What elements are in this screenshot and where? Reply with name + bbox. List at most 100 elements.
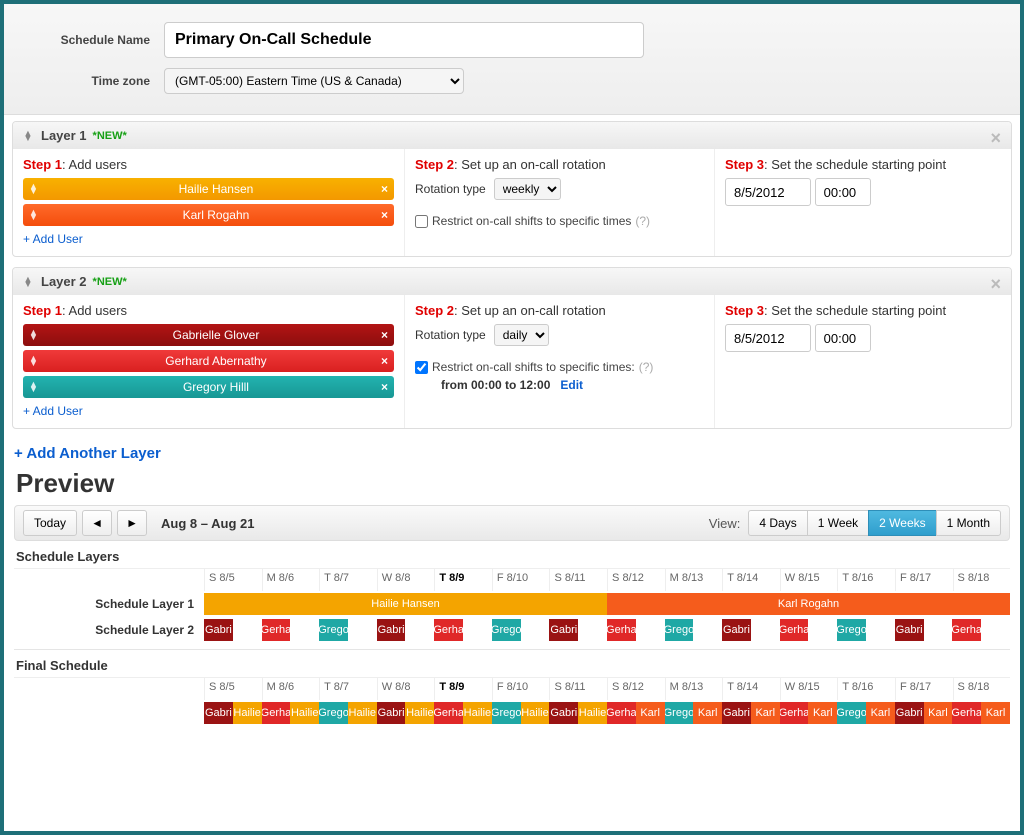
schedule-bar[interactable]: Gerha <box>952 702 981 724</box>
remove-user-icon[interactable]: × <box>381 380 388 394</box>
drag-handle-icon[interactable]: ▲▼ <box>29 210 38 220</box>
schedule-bar[interactable]: Karl <box>751 702 780 724</box>
drag-handle-icon[interactable]: ▲▼ <box>29 382 38 392</box>
schedule-bar[interactable]: Gabri <box>377 702 406 724</box>
view-button-2-weeks[interactable]: 2 Weeks <box>868 510 935 536</box>
start-time-input[interactable] <box>815 324 871 352</box>
rotation-type-select[interactable]: weekly <box>494 178 561 200</box>
schedule-gap <box>636 619 665 641</box>
schedule-bar[interactable]: Karl <box>866 702 895 724</box>
drag-handle-icon[interactable]: ▲▼ <box>23 131 33 141</box>
schedule-bar[interactable]: Gerha <box>262 702 291 724</box>
day-header: M 8/13 <box>665 569 723 591</box>
schedule-bar[interactable]: Hailie <box>290 702 319 724</box>
schedule-bar[interactable]: Karl <box>693 702 722 724</box>
schedule-bar[interactable]: Gabri <box>377 619 406 641</box>
remove-user-icon[interactable]: × <box>381 328 388 342</box>
today-button[interactable]: Today <box>23 510 77 536</box>
user-pill[interactable]: ▲▼Gabrielle Glover× <box>23 324 394 346</box>
schedule-bar[interactable]: Gerha <box>607 702 636 724</box>
schedule-bar[interactable]: Gerha <box>952 619 981 641</box>
schedule-bar[interactable]: Gabri <box>204 702 233 724</box>
timezone-select[interactable]: (GMT-05:00) Eastern Time (US & Canada) <box>164 68 464 94</box>
schedule-bar[interactable]: Grego <box>837 619 866 641</box>
prev-arrow-button[interactable]: ◄ <box>82 510 112 536</box>
schedule-bar[interactable]: Gabri <box>722 702 751 724</box>
schedule-bar[interactable]: Hailie <box>348 702 377 724</box>
step3-title: Step 3: Set the schedule starting point <box>725 157 1001 172</box>
help-icon[interactable]: (?) <box>635 214 650 228</box>
step2-title: Step 2: Set up an on-call rotation <box>415 157 704 172</box>
day-header: S 8/5 <box>204 569 262 591</box>
view-button-1-month[interactable]: 1 Month <box>936 510 1001 536</box>
day-header: M 8/13 <box>665 678 723 700</box>
restrict-label: Restrict on-call shifts to specific time… <box>432 360 635 374</box>
add-user-link[interactable]: + Add User <box>23 232 394 246</box>
view-button-4-days[interactable]: 4 Days <box>748 510 806 536</box>
schedule-bar[interactable]: Grego <box>665 702 694 724</box>
schedule-bar[interactable]: Hailie <box>578 702 607 724</box>
schedule-bar[interactable]: Gabri <box>549 619 578 641</box>
add-another-layer-link[interactable]: + Add Another Layer <box>4 439 169 464</box>
schedule-bar[interactable]: Gabri <box>895 619 924 641</box>
restrict-checkbox[interactable] <box>415 361 428 374</box>
layer-panel: ▲▼Layer 1*NEW*×Step 1: Add users▲▼Hailie… <box>12 121 1012 257</box>
start-date-input[interactable] <box>725 324 811 352</box>
view-button-1-week[interactable]: 1 Week <box>807 510 868 536</box>
drag-handle-icon[interactable]: ▲▼ <box>29 330 38 340</box>
schedule-layers-timeline: S 8/5M 8/6T 8/7W 8/8T 8/9F 8/10S 8/11S 8… <box>14 568 1010 643</box>
schedule-bar[interactable]: Karl <box>636 702 665 724</box>
schedule-name-input[interactable] <box>164 22 644 58</box>
schedule-bar[interactable]: Grego <box>492 619 521 641</box>
close-icon[interactable]: × <box>990 128 1001 149</box>
start-time-input[interactable] <box>815 178 871 206</box>
day-header: S 8/11 <box>549 569 607 591</box>
schedule-bar[interactable]: Hailie <box>405 702 434 724</box>
layers-container: ▲▼Layer 1*NEW*×Step 1: Add users▲▼Hailie… <box>4 115 1020 429</box>
schedule-bar[interactable]: Karl Rogahn <box>607 593 1010 615</box>
schedule-bar[interactable]: Gabri <box>722 619 751 641</box>
schedule-bar[interactable]: Gabri <box>204 619 233 641</box>
user-pill[interactable]: ▲▼Karl Rogahn× <box>23 204 394 226</box>
schedule-bar[interactable]: Karl <box>808 702 837 724</box>
schedule-bar[interactable]: Grego <box>665 619 694 641</box>
day-header: F 8/10 <box>492 569 550 591</box>
schedule-bar[interactable]: Gabri <box>895 702 924 724</box>
schedule-bar[interactable]: Grego <box>837 702 866 724</box>
help-icon[interactable]: (?) <box>639 360 654 374</box>
remove-user-icon[interactable]: × <box>381 354 388 368</box>
schedule-bar[interactable]: Gerha <box>434 702 463 724</box>
schedule-bar[interactable]: Gerha <box>262 619 291 641</box>
schedule-bar[interactable]: Hailie <box>463 702 492 724</box>
drag-handle-icon[interactable]: ▲▼ <box>23 277 33 287</box>
user-pill[interactable]: ▲▼Gerhard Abernathy× <box>23 350 394 372</box>
restrict-checkbox[interactable] <box>415 215 428 228</box>
close-icon[interactable]: × <box>990 274 1001 295</box>
schedule-bar[interactable]: Hailie Hansen <box>204 593 607 615</box>
schedule-bar[interactable]: Grego <box>319 702 348 724</box>
user-pill[interactable]: ▲▼Hailie Hansen× <box>23 178 394 200</box>
schedule-gap <box>521 619 550 641</box>
schedule-bar[interactable]: Gerha <box>780 702 809 724</box>
user-pill[interactable]: ▲▼Gregory Hilll× <box>23 376 394 398</box>
drag-handle-icon[interactable]: ▲▼ <box>29 184 38 194</box>
schedule-bar[interactable]: Gerha <box>434 619 463 641</box>
edit-restriction-link[interactable]: Edit <box>560 378 583 392</box>
schedule-bar[interactable]: Gerha <box>607 619 636 641</box>
schedule-bar[interactable]: Karl <box>924 702 953 724</box>
add-user-link[interactable]: + Add User <box>23 404 394 418</box>
schedule-bar[interactable]: Grego <box>492 702 521 724</box>
schedule-bar[interactable]: Grego <box>319 619 348 641</box>
rotation-type-select[interactable]: daily <box>494 324 549 346</box>
drag-handle-icon[interactable]: ▲▼ <box>29 356 38 366</box>
schedule-bar[interactable]: Karl <box>981 702 1010 724</box>
start-date-input[interactable] <box>725 178 811 206</box>
remove-user-icon[interactable]: × <box>381 182 388 196</box>
schedule-bar[interactable]: Gabri <box>549 702 578 724</box>
schedule-bar[interactable]: Gerha <box>780 619 809 641</box>
day-header: F 8/10 <box>492 678 550 700</box>
schedule-bar[interactable]: Hailie <box>521 702 550 724</box>
next-arrow-button[interactable]: ► <box>117 510 147 536</box>
schedule-bar[interactable]: Hailie <box>233 702 262 724</box>
remove-user-icon[interactable]: × <box>381 208 388 222</box>
